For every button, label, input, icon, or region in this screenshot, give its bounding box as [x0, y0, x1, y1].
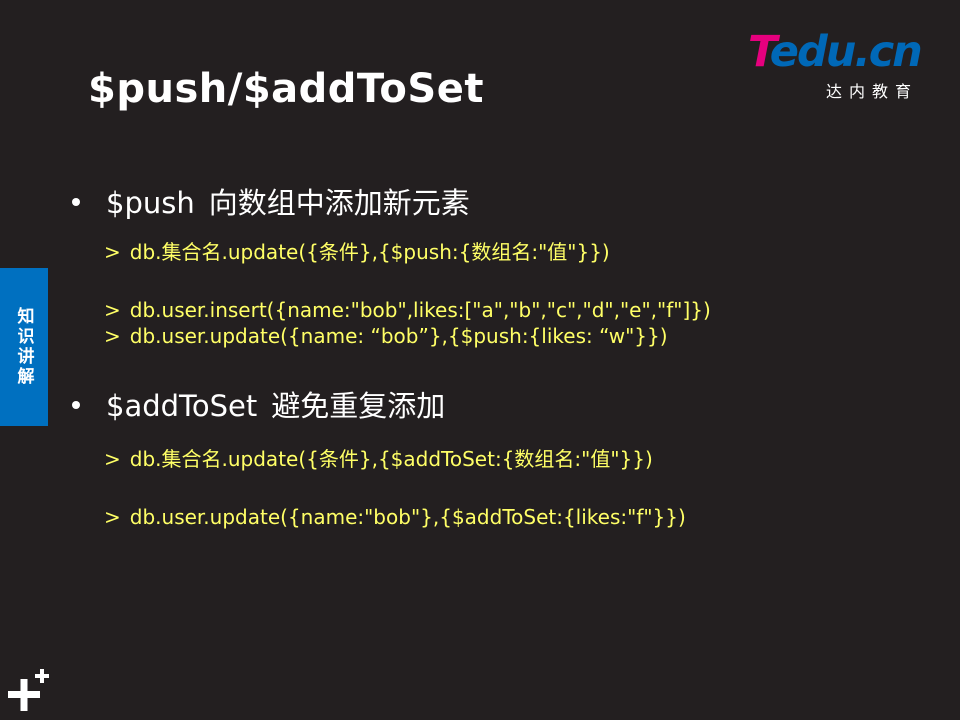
code-line: > db.user.insert({name:"bob",likes:["a","…	[104, 298, 711, 322]
bullet-description: 向数组中添加新元素	[208, 186, 470, 220]
bullet-dot-icon	[72, 401, 80, 409]
logo-wordmark: Tedu.cn	[748, 27, 923, 77]
slide-title: $push/$addToSet	[88, 66, 484, 112]
slide: $push/$addToSet Tedu.cn 达内教育 知识讲解 $push 向…	[0, 0, 960, 720]
bullet-keyword: $addToSet	[106, 389, 258, 423]
code-line: > db.集合名.update({条件},{$push:{数组名:"值"}})	[104, 240, 610, 264]
code-line: > db.集合名.update({条件},{$addToSet:{数组名:"值"}…	[104, 447, 653, 471]
code-line: > db.user.update({name:"bob"},{$addToSet:…	[104, 505, 686, 529]
bullet-keyword: $push	[106, 186, 195, 220]
plus-icon	[8, 669, 49, 711]
side-tab-label: 知识讲解	[13, 307, 34, 387]
logo-subtitle: 达内教育	[826, 82, 919, 101]
tedu-logo: Tedu.cn 达内教育	[748, 27, 938, 101]
bullet-description: 避免重复添加	[271, 389, 446, 423]
bullet-addtoset: $addToSet 避免重复添加	[72, 383, 445, 425]
bullet-dot-icon	[72, 198, 80, 206]
bullet-push: $push 向数组中添加新元素	[72, 180, 470, 222]
code-line: > db.user.update({name: “bob”},{$push:{li…	[104, 324, 668, 348]
side-tab: 知识讲解	[0, 268, 48, 426]
